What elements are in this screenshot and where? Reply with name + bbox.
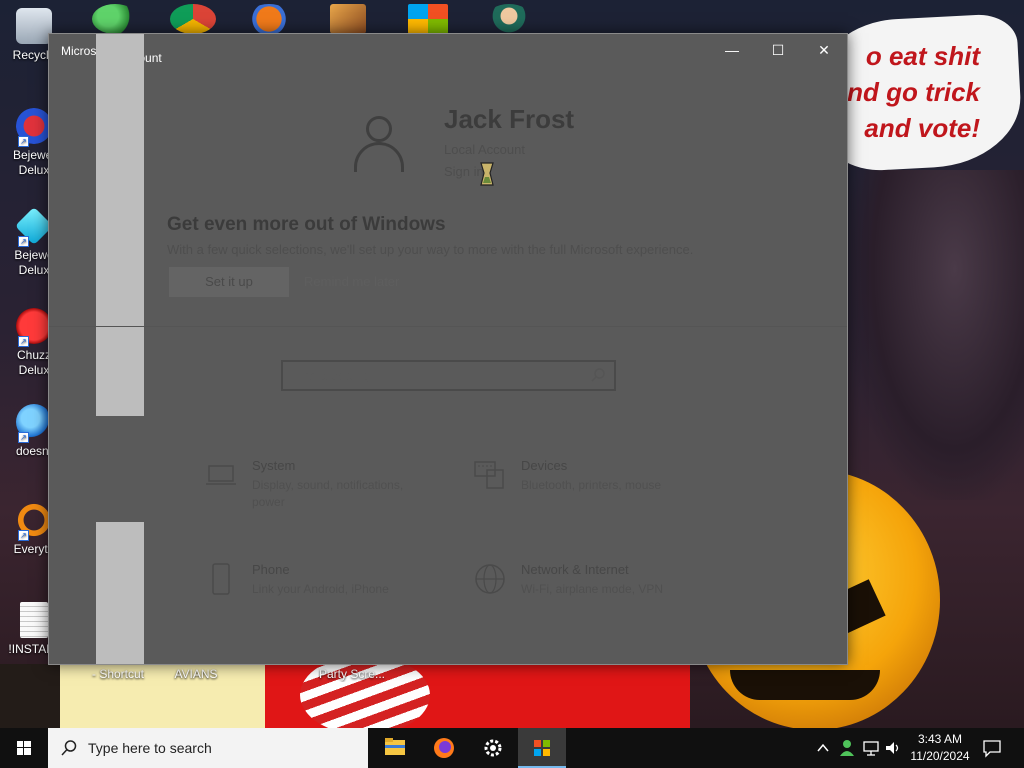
shortcut-arrow-icon: ↗ (18, 236, 29, 247)
messenger-icon[interactable] (92, 4, 138, 34)
desktop-icon-avians[interactable]: AVIANS (164, 667, 228, 682)
category-desc: Link your Android, iPhone (252, 582, 389, 596)
settings-window: Micros soft account — ☐ ✕ Jack Frost Loc… (48, 33, 848, 665)
shortcut-arrow-icon: ↗ (18, 336, 29, 347)
bubble-line-1: o eat shit (865, 41, 980, 71)
wallpaper-flag-circle (300, 655, 430, 728)
desktop-icon-label: - Shortcut (91, 667, 145, 681)
taskbar-search-box[interactable]: Type here to search (48, 728, 368, 768)
minimize-icon: — (725, 42, 739, 58)
people-tray-icon[interactable] (838, 738, 856, 758)
taskbar-firefox[interactable] (420, 728, 468, 768)
window-title: Micros (61, 44, 97, 58)
busy-cursor-icon (480, 162, 494, 186)
category-network[interactable]: Network & Internet Wi-Fi, airplane mode,… (473, 562, 733, 622)
window-titlebar[interactable]: Micros soft account — ☐ ✕ (49, 34, 847, 66)
search-placeholder: Find a setting (291, 368, 370, 383)
category-title: System (252, 458, 296, 473)
category-title: Network & Internet (521, 562, 629, 577)
recycle-bin-icon (16, 8, 52, 44)
section-divider (49, 326, 847, 327)
ghost-pane-bottom (96, 522, 144, 664)
character-icon[interactable] (486, 4, 532, 34)
document-icon (20, 602, 48, 638)
app-icon-orange[interactable] (246, 4, 292, 34)
maximize-icon: ☐ (771, 42, 785, 58)
clock-time[interactable]: 3:43 AM (900, 732, 980, 746)
maximize-button[interactable]: ☐ (755, 34, 801, 66)
search-icon (61, 740, 77, 756)
shortcut-arrow-icon: ↗ (18, 432, 29, 443)
chrome-icon[interactable] (170, 4, 216, 34)
avatar (349, 114, 409, 174)
wallpaper-strip-dark (0, 664, 60, 728)
search-icon (591, 368, 605, 382)
app-icon-box[interactable] (330, 4, 366, 34)
category-desc: Wi-Fi, airplane mode, VPN (521, 582, 664, 596)
windows-logo-icon (17, 741, 31, 755)
keyboard-icon (474, 461, 504, 489)
category-desc: Bluetooth, printers, mouse (521, 478, 662, 492)
wallpaper-bubble-text: o eat shit nd go trick and vote! (830, 38, 1020, 146)
find-setting-input[interactable]: Find a setting (281, 360, 616, 391)
ghost-pane-top (96, 34, 144, 416)
windows-app-icon[interactable] (408, 4, 448, 34)
taskbar-store[interactable] (518, 728, 566, 768)
promo-description: With a few quick selections, we'll set u… (167, 242, 694, 257)
shortcut-arrow-icon: ↗ (18, 530, 29, 541)
set-it-up-button[interactable]: Set it up (169, 267, 289, 297)
desktop-icon-label: Party Scre... (318, 667, 386, 681)
category-title: Phone (252, 562, 290, 577)
globe-icon (475, 564, 505, 594)
taskbar-search-placeholder: Type here to search (88, 740, 212, 756)
notification-center-icon[interactable] (982, 738, 1002, 758)
firefox-icon (434, 738, 454, 758)
minimize-button[interactable]: — (709, 34, 755, 66)
account-type: Local Account (444, 142, 525, 157)
category-title: Devices (521, 458, 568, 473)
folder-icon (385, 738, 405, 755)
bubble-line-2: nd go trick (847, 77, 980, 107)
laptop-icon (206, 465, 236, 485)
gear-icon (484, 739, 502, 757)
desktop-icon-party-screen[interactable]: Party Scre... (314, 667, 390, 682)
microsoft-store-icon (534, 740, 550, 756)
taskbar-file-explorer[interactable] (371, 728, 419, 768)
taskbar-settings[interactable] (469, 728, 517, 768)
close-icon: ✕ (818, 42, 830, 58)
category-desc: Display, sound, notifications, power (252, 478, 404, 509)
clock-date[interactable]: 11/20/2024 (900, 749, 980, 763)
wallpaper-ghoul (850, 170, 1024, 500)
chevron-up-icon[interactable] (815, 740, 831, 756)
network-icon[interactable] (862, 739, 880, 757)
category-devices[interactable]: Devices Bluetooth, printers, mouse (473, 458, 733, 518)
taskbar: Type here to search 3:43 AM 11/20/2024 (0, 728, 1024, 768)
start-button[interactable] (0, 728, 48, 768)
remind-me-later-link[interactable]: Remind me later (304, 274, 399, 289)
promo-title: Get even more out of Windows (167, 214, 446, 235)
desktop-icon-shortcut[interactable]: - Shortcut (86, 667, 150, 682)
account-name: Jack Frost (444, 104, 575, 134)
desktop-icon-label: AVIANS (174, 667, 218, 681)
close-button[interactable]: ✕ (801, 34, 847, 66)
category-phone[interactable]: Phone Link your Android, iPhone (204, 562, 464, 622)
category-system[interactable]: System Display, sound, notifications, po… (204, 458, 464, 518)
bubble-line-3: and vote! (864, 113, 980, 143)
shortcut-arrow-icon: ↗ (18, 136, 29, 147)
phone-icon (212, 563, 230, 595)
